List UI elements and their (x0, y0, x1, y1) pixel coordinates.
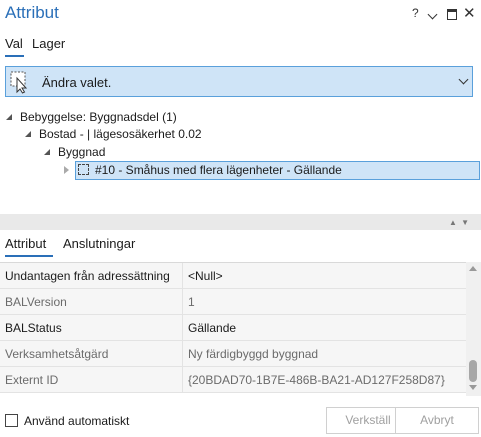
close-icon[interactable]: ✕ (463, 4, 476, 22)
attribute-value[interactable]: <Null> (188, 269, 223, 283)
table-row[interactable]: Verksamhetsåtgärd Ny färdigbyggd byggnad (0, 341, 466, 367)
collapse-triangle-icon[interactable] (25, 131, 31, 137)
attribute-value[interactable]: {20BDAD70-1B7E-486B-BA21-AD127F258D87} (188, 373, 445, 387)
maximize-icon[interactable] (447, 9, 457, 20)
attribute-name: Verksamhetsåtgärd (5, 347, 109, 361)
attribute-value[interactable]: Ny färdigbyggd byggnad (188, 347, 318, 361)
tree-node-bebyggelse[interactable]: Bebyggelse: Byggnadsdel (1) (20, 110, 177, 124)
tab-lager[interactable]: Lager (32, 36, 65, 51)
chevron-down-icon[interactable] (427, 9, 438, 20)
column-divider (182, 341, 183, 367)
attribute-value[interactable]: Gällande (188, 321, 236, 335)
window-title: Attribut (5, 3, 59, 22)
tree-node-byggnad[interactable]: Byggnad (58, 145, 105, 159)
cancel-button[interactable]: Avbryt (395, 407, 479, 434)
scroll-down-icon[interactable] (469, 385, 477, 390)
auto-apply-label[interactable]: Använd automatiskt (24, 414, 129, 428)
table-row[interactable]: BALStatus Gällande (0, 315, 466, 341)
collapse-triangle-icon[interactable] (44, 149, 50, 155)
select-cursor-icon (10, 71, 28, 94)
selection-text: Ändra valet. (42, 75, 112, 90)
feature-icon (78, 164, 89, 175)
scrollbar-thumb[interactable] (469, 360, 477, 382)
attribute-value[interactable]: 1 (188, 295, 195, 309)
tab-anslutningar[interactable]: Anslutningar (63, 236, 135, 251)
help-icon[interactable]: ? (412, 6, 419, 20)
splitter-arrows-icon[interactable]: ▲ ▼ (449, 218, 470, 227)
attribute-name: BALVersion (5, 295, 67, 309)
scroll-up-icon[interactable] (469, 266, 477, 271)
column-divider (182, 263, 183, 289)
attribute-table: Undantagen från adressättning <Null> BAL… (0, 262, 466, 397)
expand-triangle-icon[interactable] (64, 166, 69, 174)
active-tab-indicator (5, 55, 24, 57)
table-row[interactable]: BALVersion 1 (0, 289, 466, 315)
attribute-name: Externt ID (5, 373, 59, 387)
table-row[interactable]: Undantagen från adressättning <Null> (0, 263, 466, 289)
tab-attribut[interactable]: Attribut (5, 236, 46, 251)
active-tab-indicator (5, 255, 53, 257)
column-divider (182, 367, 183, 393)
column-divider (182, 289, 183, 315)
auto-apply-checkbox[interactable] (5, 414, 18, 427)
column-divider (182, 315, 183, 341)
tab-val[interactable]: Val (5, 36, 23, 51)
table-row[interactable]: Externt ID {20BDAD70-1B7E-486B-BA21-AD12… (0, 367, 466, 393)
collapse-triangle-icon[interactable] (6, 114, 12, 120)
attribute-name: BALStatus (5, 321, 62, 335)
tree-leaf-label: #10 - Småhus med flera lägenheter - Gäll… (95, 163, 342, 177)
tree-node-bostad[interactable]: Bostad - | lägesosäkerhet 0.02 (39, 127, 202, 141)
attribute-name: Undantagen från adressättning (5, 269, 170, 283)
splitter-bar[interactable] (0, 214, 481, 230)
